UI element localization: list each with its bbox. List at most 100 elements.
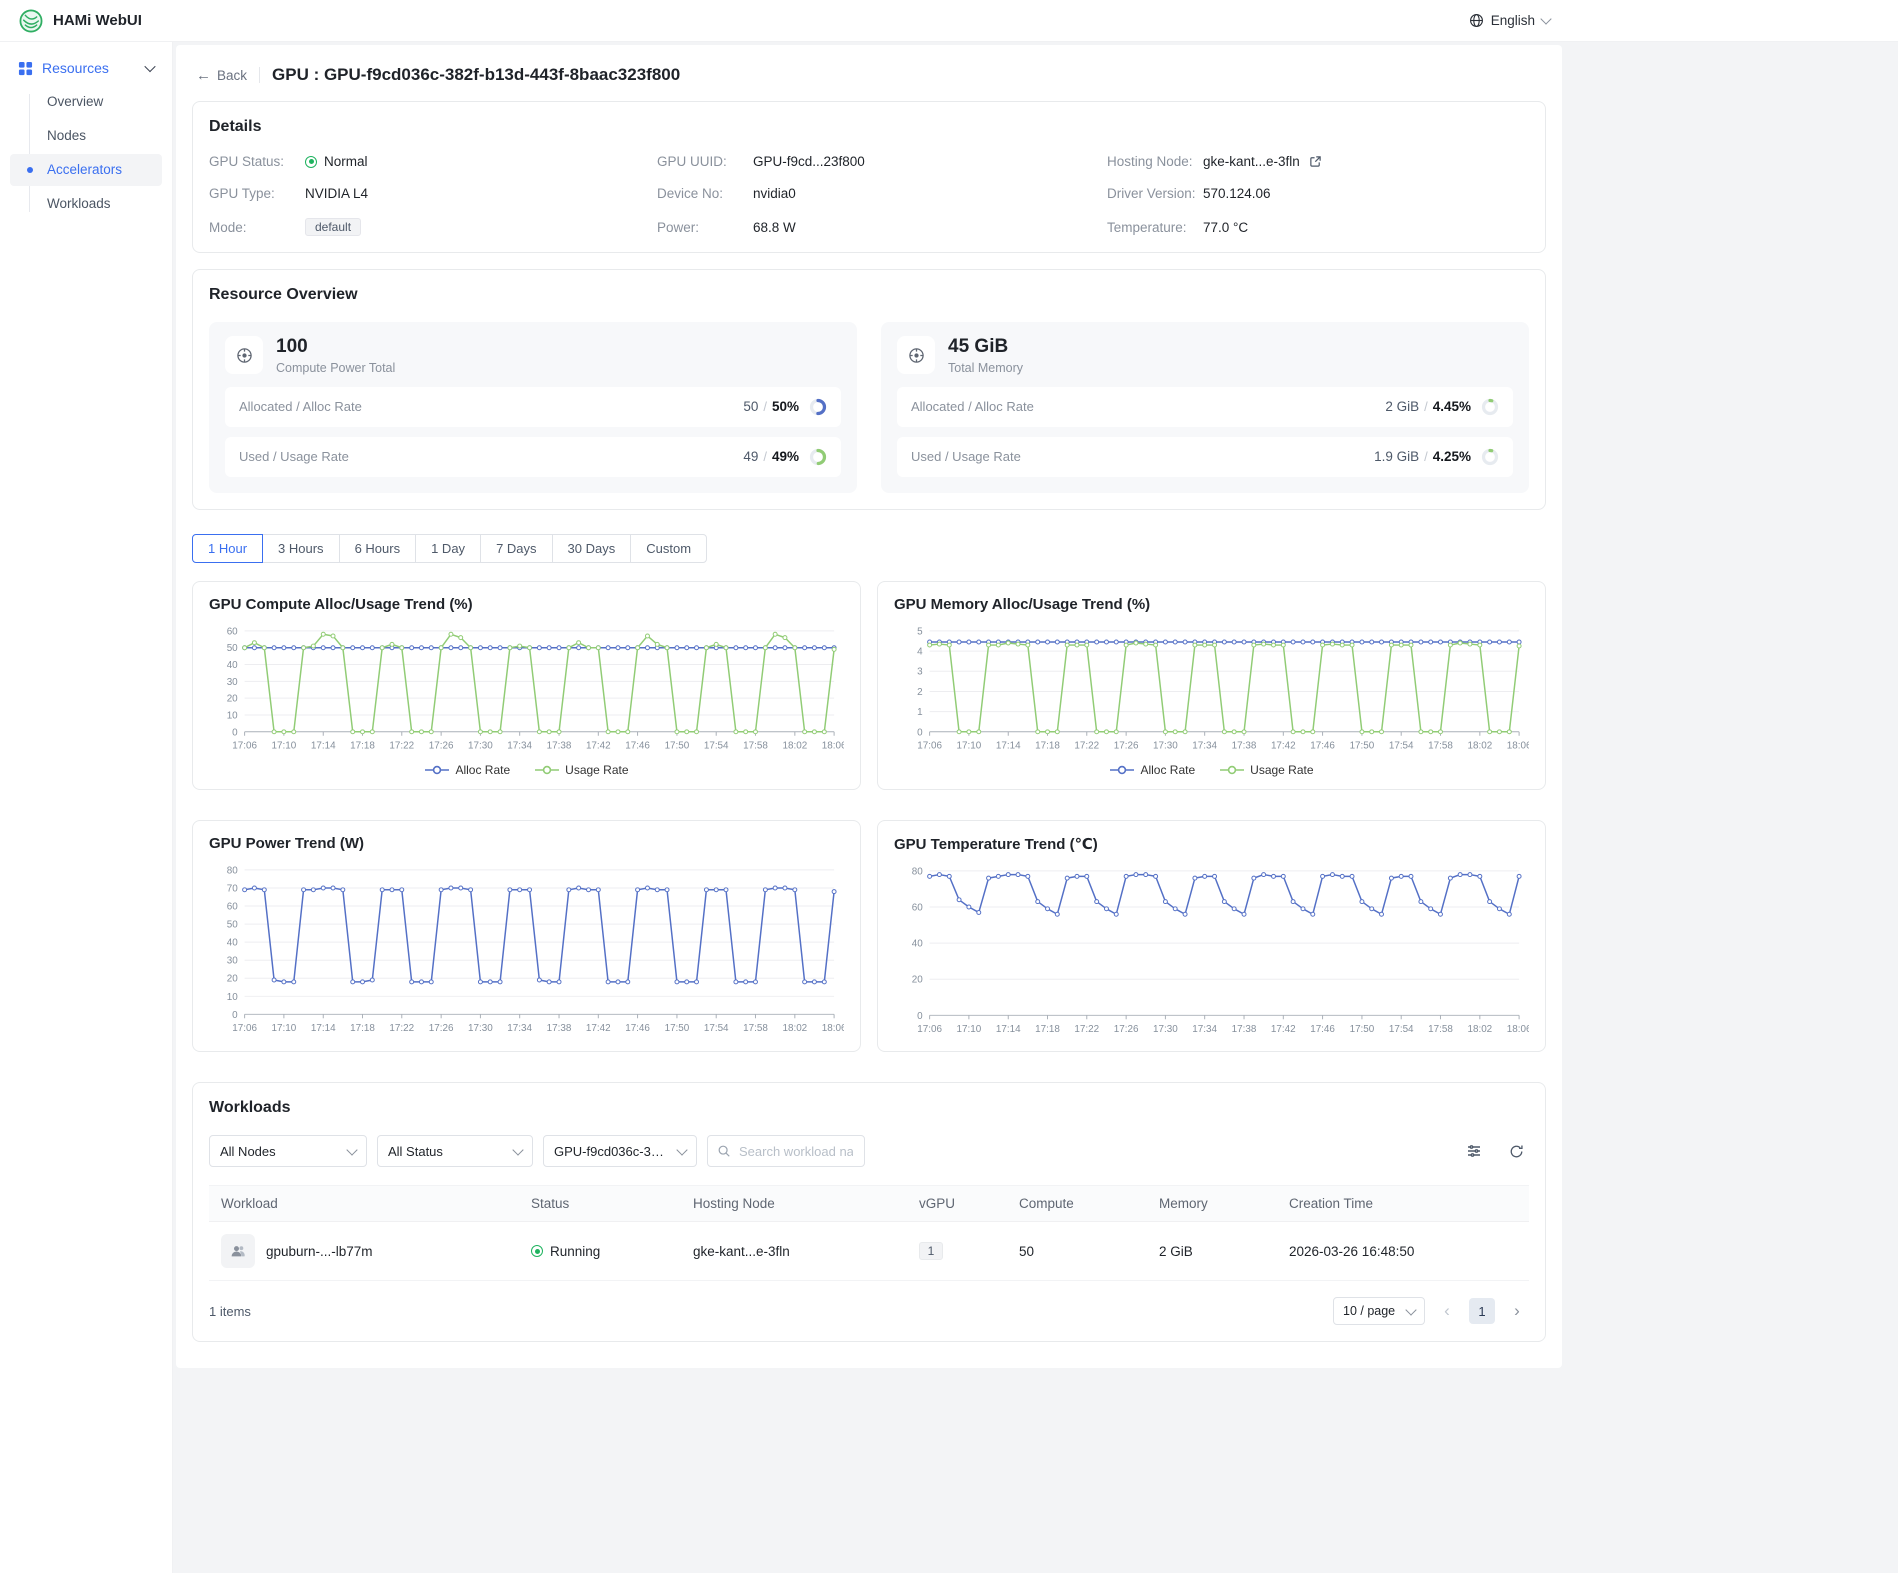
back-button[interactable]: ← Back — [196, 68, 247, 83]
compute-used-row: Used / Usage Rate 49 / 49% — [225, 437, 841, 477]
workloads-title: Workloads — [209, 1099, 1529, 1117]
svg-text:0: 0 — [232, 1010, 238, 1021]
workload-created: 2026-03-26 16:48:50 — [1277, 1222, 1529, 1281]
svg-text:17:26: 17:26 — [429, 740, 454, 751]
gpu-filter-select[interactable]: GPU-f9cd036c-382... — [543, 1135, 697, 1167]
col-creation-time: Creation Time — [1277, 1186, 1529, 1222]
details-title: Details — [209, 118, 1529, 136]
page-size-select[interactable]: 10 / page — [1333, 1297, 1425, 1325]
svg-text:18:06: 18:06 — [1507, 740, 1529, 751]
search-input[interactable] — [737, 1143, 855, 1160]
status-filter-select[interactable]: All Status — [377, 1135, 533, 1167]
page-head: ← Back GPU : GPU-f9cd036c-382f-b13d-443f… — [192, 59, 1546, 101]
temperature-trend-chart: 02040608017:0617:1017:1417:1817:2217:261… — [894, 863, 1529, 1041]
svg-text:17:22: 17:22 — [1074, 740, 1099, 751]
svg-text:17:42: 17:42 — [586, 1023, 611, 1034]
svg-text:17:34: 17:34 — [1192, 1024, 1217, 1035]
svg-text:17:14: 17:14 — [311, 1023, 336, 1034]
next-page-button[interactable]: › — [1505, 1298, 1529, 1324]
refresh-button[interactable] — [1503, 1138, 1529, 1164]
detail-mode: Mode: default — [209, 218, 657, 236]
status-normal-icon — [305, 156, 317, 168]
sidebar-item-accelerators[interactable]: Accelerators — [10, 154, 162, 186]
table-settings-button[interactable] — [1461, 1138, 1487, 1164]
svg-text:18:06: 18:06 — [822, 740, 844, 751]
detail-device-no: Device No: nvidia0 — [657, 186, 1107, 201]
svg-text:17:14: 17:14 — [311, 740, 336, 751]
svg-text:17:06: 17:06 — [232, 1023, 257, 1034]
svg-text:17:34: 17:34 — [507, 1023, 532, 1034]
language-selector[interactable]: English — [1469, 13, 1550, 28]
time-tab-30-days[interactable]: 30 Days — [552, 534, 632, 563]
compute-trend-chart: 010203040506017:0617:1017:1417:1817:2217… — [209, 623, 844, 758]
workload-memory: 2 GiB — [1147, 1222, 1277, 1281]
svg-text:17:14: 17:14 — [996, 740, 1021, 751]
detail-temperature: Temperature: 77.0 °C — [1107, 218, 1529, 236]
svg-text:18:02: 18:02 — [1467, 1024, 1492, 1035]
svg-text:70: 70 — [227, 884, 238, 895]
external-link-icon[interactable] — [1309, 155, 1322, 168]
svg-text:17:54: 17:54 — [704, 1023, 729, 1034]
divider — [259, 67, 260, 83]
memory-trend-chart: 01234517:0617:1017:1417:1817:2217:2617:3… — [894, 623, 1529, 758]
sidebar-item-nodes[interactable]: Nodes — [10, 120, 162, 152]
chart-legend: Alloc Rate Usage Rate — [894, 757, 1529, 779]
svg-text:17:54: 17:54 — [1389, 1024, 1414, 1035]
svg-text:50: 50 — [227, 643, 238, 654]
svg-text:17:58: 17:58 — [743, 1023, 768, 1034]
node-filter-select[interactable]: All Nodes — [209, 1135, 367, 1167]
time-tab-7-days[interactable]: 7 Days — [480, 534, 552, 563]
legend-alloc-rate[interactable]: Alloc Rate — [1109, 763, 1195, 777]
hami-logo-icon — [18, 8, 44, 34]
svg-text:17:18: 17:18 — [1035, 740, 1060, 751]
svg-text:17:30: 17:30 — [468, 1023, 493, 1034]
svg-text:17:10: 17:10 — [957, 740, 982, 751]
chevron-down-icon — [144, 61, 155, 72]
compute-meter-icon — [225, 336, 263, 374]
svg-text:17:10: 17:10 — [957, 1024, 982, 1035]
memory-used-donut — [1481, 448, 1499, 466]
sidebar-item-overview[interactable]: Overview — [10, 86, 162, 118]
sidebar-section-resources[interactable]: Resources — [10, 54, 162, 82]
details-card: Details GPU Status: Normal GPU UUID: GPU… — [192, 101, 1546, 253]
legend-usage-rate[interactable]: Usage Rate — [534, 763, 628, 777]
power-trend-card: GPU Power Trend (W) 0102030405060708017:… — [192, 820, 861, 1052]
table-footer: 1 items 10 / page ‹ 1 › — [209, 1297, 1529, 1325]
prev-page-button[interactable]: ‹ — [1435, 1298, 1459, 1324]
svg-text:2: 2 — [917, 687, 923, 698]
time-tab-custom[interactable]: Custom — [630, 534, 707, 563]
detail-gpu-uuid: GPU UUID: GPU-f9cd...23f800 — [657, 154, 1107, 169]
memory-trend-title: GPU Memory Alloc/Usage Trend (%) — [894, 596, 1529, 613]
svg-text:50: 50 — [227, 920, 238, 931]
main-panel: ← Back GPU : GPU-f9cd036c-382f-b13d-443f… — [176, 45, 1562, 1368]
memory-alloc-row: Allocated / Alloc Rate 2 GiB / 4.45% — [897, 387, 1513, 427]
svg-text:5: 5 — [917, 626, 923, 637]
legend-alloc-rate[interactable]: Alloc Rate — [424, 763, 510, 777]
compute-total-label: Compute Power Total — [276, 361, 395, 375]
svg-text:17:38: 17:38 — [1232, 740, 1257, 751]
svg-text:17:06: 17:06 — [917, 740, 942, 751]
legend-usage-rate[interactable]: Usage Rate — [1219, 763, 1313, 777]
page-number-1[interactable]: 1 — [1469, 1298, 1495, 1324]
memory-trend-card: GPU Memory Alloc/Usage Trend (%) 0123451… — [877, 581, 1546, 791]
svg-text:17:18: 17:18 — [350, 1023, 375, 1034]
svg-text:17:58: 17:58 — [1428, 740, 1453, 751]
temperature-trend-title: GPU Temperature Trend (℃) — [894, 835, 1529, 853]
sidebar-item-workloads[interactable]: Workloads — [10, 188, 162, 220]
svg-text:17:18: 17:18 — [1035, 1024, 1060, 1035]
time-tab-1-hour[interactable]: 1 Hour — [192, 534, 263, 563]
memory-meter-icon — [897, 336, 935, 374]
memory-total-label: Total Memory — [948, 361, 1023, 375]
chart-svg: 01234517:0617:1017:1417:1817:2217:2617:3… — [894, 623, 1529, 758]
svg-text:3: 3 — [917, 667, 923, 678]
hosting-node-link[interactable]: gke-kant...e-3fln — [1203, 154, 1300, 169]
app-title: HAMi WebUI — [53, 12, 142, 29]
workload-name-link[interactable]: gpuburn-...-lb77m — [266, 1244, 373, 1259]
resource-overview-card: Resource Overview 100 Compute Power Tota… — [192, 269, 1546, 510]
memory-resource-card: 45 GiB Total Memory Allocated / Alloc Ra… — [881, 322, 1529, 493]
time-tab-1-day[interactable]: 1 Day — [415, 534, 481, 563]
time-tab-3-hours[interactable]: 3 Hours — [262, 534, 340, 563]
svg-text:17:34: 17:34 — [1192, 740, 1217, 751]
time-tab-6-hours[interactable]: 6 Hours — [339, 534, 417, 563]
table-settings-icon — [1466, 1143, 1482, 1159]
